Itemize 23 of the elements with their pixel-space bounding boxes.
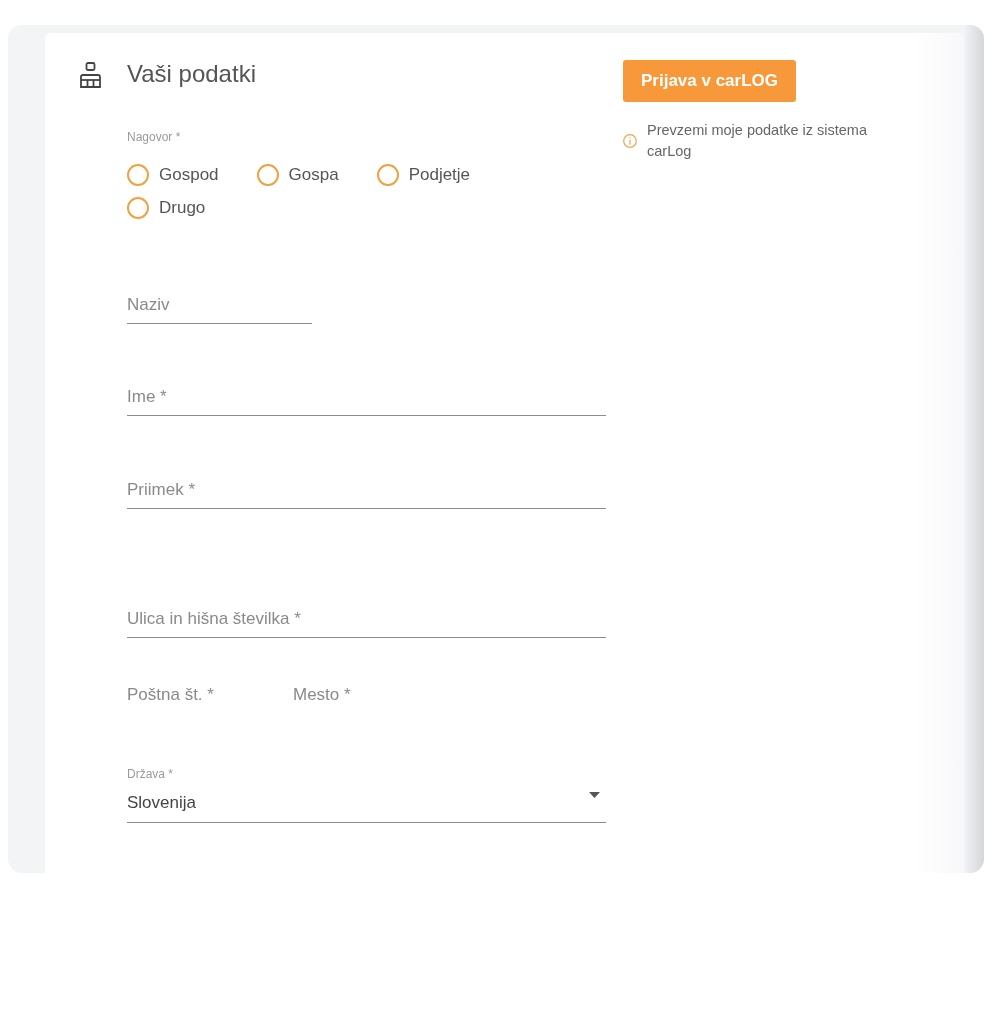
input-field[interactable]: Naziv bbox=[127, 290, 312, 324]
info-text: Prevzemi moje podatke iz sistema carLog bbox=[647, 121, 868, 161]
radio-button[interactable] bbox=[127, 164, 149, 186]
select-value: Slovenija bbox=[127, 792, 196, 814]
caret-icon bbox=[589, 792, 600, 798]
radio-label[interactable]: Drugo bbox=[159, 198, 206, 218]
info-icon bbox=[623, 134, 637, 148]
select-label: Država * bbox=[127, 767, 174, 781]
radio-button[interactable] bbox=[256, 164, 279, 186]
radio-label[interactable]: Gospod bbox=[159, 165, 219, 185]
radio-button[interactable] bbox=[376, 164, 399, 186]
person-icon bbox=[80, 62, 101, 88]
input-field[interactable]: Poštna št. * bbox=[127, 680, 277, 714]
input-field[interactable]: Ime * bbox=[127, 382, 606, 416]
country-select[interactable]: Država * Slovenija bbox=[127, 767, 606, 823]
radio-label[interactable]: Podjetje bbox=[408, 165, 471, 185]
radio-label[interactable]: Gospa bbox=[288, 165, 339, 185]
input-field[interactable]: Priimek * bbox=[127, 475, 606, 509]
section-title: Vaši podatki bbox=[127, 59, 257, 89]
input-field[interactable]: Ulica in hišna številka * bbox=[127, 604, 606, 638]
radio-button[interactable] bbox=[127, 197, 149, 219]
input-field[interactable]: Mesto * bbox=[293, 680, 473, 714]
field-label: Nagovor * bbox=[127, 130, 182, 144]
